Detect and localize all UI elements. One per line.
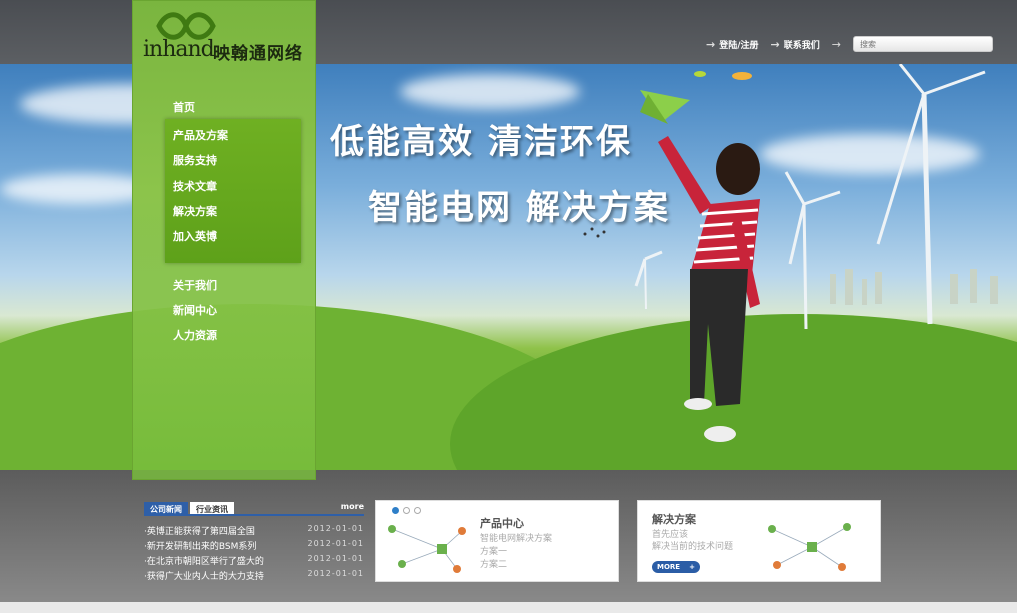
tab-industry-news[interactable]: 行业资讯 xyxy=(190,502,234,514)
network-diagram-icon xyxy=(768,523,851,571)
product-center-line: 智能电网解决方案 xyxy=(480,534,553,544)
solutions-title: 解决方案 xyxy=(652,513,696,526)
nav-item-about[interactable]: 关于我们 xyxy=(173,277,217,293)
news-more-link[interactable]: more xyxy=(341,502,364,511)
hero-slogan-line1: 低能高效 清洁环保 xyxy=(330,122,632,162)
news-item[interactable]: ·英博正能获得了第四届全国 2012-01-01 xyxy=(144,524,364,537)
contact-us-link[interactable]: → 联系我们 xyxy=(771,38,820,51)
carousel-dots xyxy=(392,507,421,514)
news-item[interactable]: ·在北京市朝阳区举行了盛大的 2012-01-01 xyxy=(144,554,364,567)
top-links: → 登陆/注册 → 联系我们 → xyxy=(706,36,993,52)
nav-item-solutions[interactable]: 解决方案 xyxy=(173,203,217,219)
news-panel: 公司新闻 行业资讯 more ·英博正能获得了第四届全国 2012-01-01 … xyxy=(144,502,364,582)
tab-company-news[interactable]: 公司新闻 xyxy=(144,502,188,514)
nav-item-products[interactable]: 产品及方案 xyxy=(173,127,228,143)
nav-item-service[interactable]: 服务支持 xyxy=(173,152,217,168)
arrow-right-icon: → xyxy=(706,37,716,51)
solutions-line: 解决当前的技术问题 xyxy=(652,542,734,552)
product-center-line: 方案二 xyxy=(480,560,508,570)
solutions-card[interactable]: 解决方案 首先应该 解决当前的技术问题 MORE + xyxy=(637,500,881,582)
nav-item-home[interactable]: 首页 xyxy=(173,99,195,115)
carousel-dot[interactable] xyxy=(392,507,399,514)
news-item[interactable]: ·新开发研制出来的BSM系列 2012-01-01 xyxy=(144,539,364,552)
network-diagram-icon xyxy=(388,525,466,573)
left-nav-panel: inhand 映翰通网络 首页 产品及方案 服务支持 技术文章 解决方案 加入英… xyxy=(132,0,316,480)
arrow-right-icon: → xyxy=(770,37,780,51)
footer-strip xyxy=(0,602,1017,613)
news-tabs: 公司新闻 行业资讯 xyxy=(144,502,364,516)
logo-latin: inhand xyxy=(143,37,215,62)
product-center-card[interactable]: 产品中心 智能电网解决方案 方案一 方案二 xyxy=(375,500,619,582)
product-center-title: 产品中心 xyxy=(480,517,524,530)
nav-item-hr[interactable]: 人力资源 xyxy=(173,327,217,343)
news-list: ·英博正能获得了第四届全国 2012-01-01 ·新开发研制出来的BSM系列 … xyxy=(144,524,364,582)
carousel-dot[interactable] xyxy=(403,507,410,514)
login-register-link[interactable]: → 登陆/注册 xyxy=(706,38,759,51)
carousel-dot[interactable] xyxy=(414,507,421,514)
nav-item-join[interactable]: 加入英博 xyxy=(173,228,217,244)
search-input[interactable] xyxy=(853,36,993,52)
arrow-right-icon: → xyxy=(831,37,841,51)
solutions-more-button[interactable]: MORE + xyxy=(652,561,700,573)
product-center-line: 方案一 xyxy=(480,547,508,557)
nav-item-news[interactable]: 新闻中心 xyxy=(173,302,217,318)
hero-slogan-line2: 智能电网 解决方案 xyxy=(368,188,670,228)
nav-item-articles[interactable]: 技术文章 xyxy=(173,178,217,194)
plus-icon: + xyxy=(689,563,695,571)
news-item[interactable]: ·获得广大业内人士的大力支持 2012-01-01 xyxy=(144,569,364,582)
logo[interactable]: inhand 映翰通网络 xyxy=(141,7,311,64)
logo-chinese: 映翰通网络 xyxy=(213,44,303,64)
